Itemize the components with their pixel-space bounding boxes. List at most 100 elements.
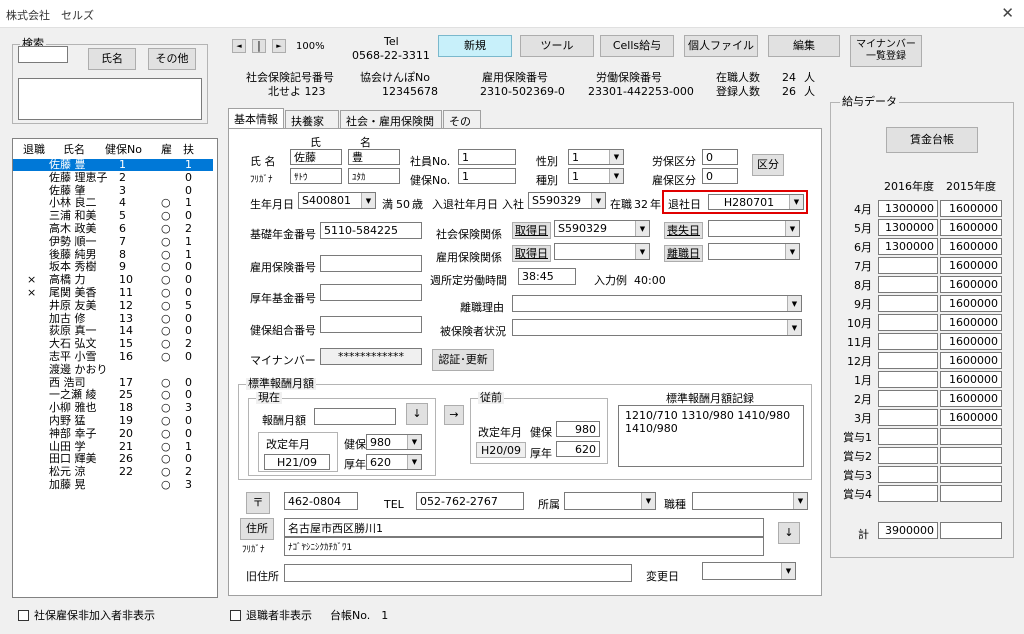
salary-prev-year-cell[interactable]: [940, 428, 1002, 445]
list-item[interactable]: 佐藤 理恵子 2 0: [13, 171, 213, 184]
salary-current-year-cell[interactable]: [878, 371, 938, 388]
list-item[interactable]: 松元 涼 22 ○ 2: [13, 466, 213, 478]
nyusha-select[interactable]: S590329 ▼: [528, 192, 606, 209]
genzai-kenpo-select[interactable]: 980 ▼: [366, 434, 422, 450]
mei-field[interactable]: 豊: [348, 149, 400, 165]
mynumber-list-button[interactable]: マイナンバー 一覧登録: [850, 35, 922, 67]
kaitei-field[interactable]: H21/09: [264, 454, 330, 470]
zip-button[interactable]: 〒: [246, 492, 270, 514]
salary-current-year-cell[interactable]: [878, 295, 938, 312]
tab-dependents[interactable]: 扶養家族: [285, 110, 339, 144]
copy-arrow-button[interactable]: →: [444, 405, 464, 425]
list-item[interactable]: 小林 良二 4 ○ 1: [13, 197, 213, 209]
tab-insurance[interactable]: 社会・雇用保険関係: [340, 110, 442, 144]
shakai-soshitsu-select[interactable]: ▼: [708, 220, 800, 237]
list-item[interactable]: 山田 学 21 ○ 1: [13, 440, 213, 453]
mei-kana-field[interactable]: ﾕﾀｶ: [348, 168, 400, 184]
hoshu-field[interactable]: [314, 408, 396, 425]
hoshu-down-button[interactable]: ↓: [406, 403, 428, 425]
salary-current-year-cell[interactable]: 1300000: [878, 200, 938, 217]
salary-prev-year-cell[interactable]: 1600000: [940, 238, 1002, 255]
list-item[interactable]: 加藤 晃 ○ 3: [13, 479, 213, 491]
kubun-button[interactable]: 区分: [752, 154, 784, 176]
shakai-soshitsu-button[interactable]: 喪失日: [664, 222, 703, 239]
list-item[interactable]: 三浦 和美 5 ○ 0: [13, 210, 213, 222]
list-item[interactable]: 坂本 秀樹 9 ○ 0: [13, 261, 213, 273]
koyo-shutoku-select[interactable]: ▼: [554, 243, 650, 260]
list-item[interactable]: 佐藤 肇 3 0: [13, 184, 213, 197]
search-result-box[interactable]: [18, 78, 202, 120]
salary-current-year-cell[interactable]: [878, 409, 938, 426]
tel-field[interactable]: 052-762-2767: [416, 492, 524, 510]
koho-field[interactable]: 0: [702, 168, 738, 184]
salary-prev-year-cell[interactable]: [940, 466, 1002, 483]
henko-select[interactable]: ▼: [702, 562, 796, 580]
list-item[interactable]: × 高橋 力 10 ○ 0: [13, 274, 213, 286]
salary-prev-year-cell[interactable]: 1600000: [940, 409, 1002, 426]
list-item[interactable]: 一之瀬 綾 25 ○ 0: [13, 389, 213, 401]
close-icon[interactable]: ✕: [1001, 4, 1014, 22]
list-item[interactable]: 大石 弘文 15 ○ 2: [13, 338, 213, 350]
nav-first-button[interactable]: ◄: [232, 39, 246, 53]
salary-current-year-cell[interactable]: [878, 352, 938, 369]
tool-button[interactable]: ツール: [520, 35, 594, 57]
address-kana-field[interactable]: ﾅｺﾞﾔｼﾆｼｸｶﾁｶﾞﾜ1: [284, 537, 764, 556]
list-item[interactable]: 高木 政美 6 ○ 2: [13, 223, 213, 235]
list-item[interactable]: 神部 幸子 20 ○ 0: [13, 427, 213, 440]
wage-ledger-button[interactable]: 賃金台帳: [886, 127, 978, 153]
list-item[interactable]: 渡邊 かおり: [13, 363, 213, 376]
kiroku-box[interactable]: 1210/710 1310/980 1410/980 1410/980: [618, 405, 804, 467]
list-item[interactable]: 内野 猛 19 ○ 0: [13, 415, 213, 427]
hide-retired-checkbox[interactable]: [230, 610, 241, 621]
edit-button[interactable]: 編集: [768, 35, 840, 57]
salary-current-year-cell[interactable]: 1300000: [878, 219, 938, 236]
list-item[interactable]: 後藤 純男 8 ○ 1: [13, 248, 213, 261]
salary-current-year-cell[interactable]: 1300000: [878, 238, 938, 255]
salary-prev-year-cell[interactable]: 1600000: [940, 333, 1002, 350]
kosei-kikin-field[interactable]: [320, 284, 422, 301]
hide-uninsured-checkbox[interactable]: [18, 610, 29, 621]
address-field[interactable]: 名古屋市西区勝川1: [284, 518, 764, 537]
salary-prev-year-cell[interactable]: [940, 485, 1002, 502]
kiso-field[interactable]: 5110-584225: [320, 222, 422, 239]
shain-field[interactable]: 1: [458, 149, 516, 165]
salary-prev-year-cell[interactable]: 1600000: [940, 371, 1002, 388]
sei-kana-field[interactable]: ｻﾄｳ: [290, 168, 342, 184]
salary-prev-year-cell[interactable]: 1600000: [940, 352, 1002, 369]
birth-select[interactable]: S400801 ▼: [298, 192, 376, 209]
shakai-shutoku-button[interactable]: 取得日: [512, 222, 551, 239]
salary-prev-year-cell[interactable]: 1600000: [940, 314, 1002, 331]
koyo-rishoku-select[interactable]: ▼: [708, 243, 800, 260]
shozoku-select[interactable]: ▼: [564, 492, 656, 510]
salary-current-year-cell[interactable]: [878, 314, 938, 331]
salary-current-year-cell[interactable]: [878, 276, 938, 293]
salary-prev-year-cell[interactable]: 1600000: [940, 257, 1002, 274]
nav-prev-button[interactable]: |: [252, 39, 266, 53]
salary-prev-year-cell[interactable]: 1600000: [940, 219, 1002, 236]
list-item[interactable]: 井原 友美 12 ○ 5: [13, 299, 213, 312]
salary-current-year-cell[interactable]: [878, 485, 938, 502]
list-item[interactable]: 加古 修 13 ○ 0: [13, 312, 213, 325]
salary-current-year-cell[interactable]: [878, 390, 938, 407]
list-item[interactable]: 佐藤 豊 1 1: [13, 159, 213, 171]
list-item[interactable]: 伊勢 順一 7 ○ 1: [13, 235, 213, 248]
list-item[interactable]: × 尾関 美香 11 ○ 0: [13, 287, 213, 299]
salary-current-year-cell[interactable]: [878, 466, 938, 483]
salary-prev-year-cell[interactable]: [940, 447, 1002, 464]
new-button[interactable]: 新規: [438, 35, 512, 57]
salary-prev-year-cell[interactable]: 1600000: [940, 390, 1002, 407]
salary-prev-year-cell[interactable]: 1600000: [940, 276, 1002, 293]
list-item[interactable]: 志平 小雪 16 ○ 0: [13, 351, 213, 363]
list-item[interactable]: 荻原 真一 14 ○ 0: [13, 325, 213, 337]
shokushu-select[interactable]: ▼: [692, 492, 808, 510]
salary-current-year-cell[interactable]: [878, 447, 938, 464]
kenpo-field[interactable]: 1: [458, 168, 516, 184]
address-down-button[interactable]: ↓: [778, 522, 800, 544]
koyo-rishoku-button[interactable]: 離職日: [664, 245, 703, 262]
tab-other[interactable]: その他: [443, 110, 481, 144]
salary-current-year-cell[interactable]: [878, 257, 938, 274]
search-name-button[interactable]: 氏名: [88, 48, 136, 70]
salary-current-year-cell[interactable]: [878, 428, 938, 445]
zip-field[interactable]: 462-0804: [284, 492, 358, 510]
seibetsu-select[interactable]: 1 ▼: [568, 149, 624, 165]
